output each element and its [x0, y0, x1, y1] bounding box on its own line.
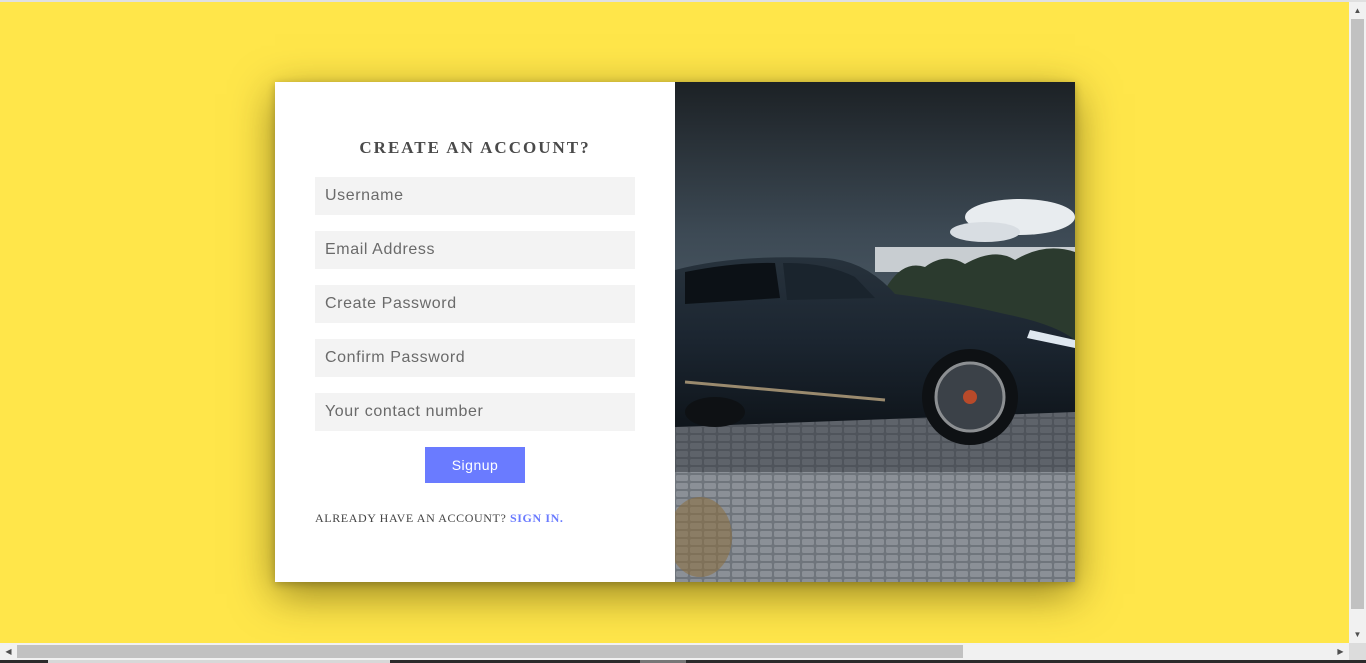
signup-form-panel: CREATE AN ACCOUNT? Signup ALREADY HAVE A…	[275, 82, 675, 582]
contact-number-input[interactable]	[315, 393, 635, 431]
horizontal-scroll-thumb[interactable]	[17, 645, 963, 658]
signup-card: CREATE AN ACCOUNT? Signup ALREADY HAVE A…	[275, 82, 1075, 582]
create-password-input[interactable]	[315, 285, 635, 323]
car-photo-illustration	[675, 82, 1075, 582]
vertical-scroll-thumb[interactable]	[1351, 19, 1364, 609]
horizontal-scrollbar[interactable]: ◀ ▶	[0, 643, 1349, 660]
car-rear-wheel-shape	[685, 397, 745, 427]
signin-link[interactable]: SIGN IN.	[510, 511, 563, 525]
signin-prompt-line: ALREADY HAVE AN ACCOUNT? SIGN IN.	[315, 511, 635, 526]
form-title: CREATE AN ACCOUNT?	[359, 138, 591, 157]
car-photo-panel	[675, 82, 1075, 582]
cloud-shape-2	[950, 222, 1020, 242]
username-input[interactable]	[315, 177, 635, 215]
car-hub-shape	[963, 390, 977, 404]
confirm-password-input[interactable]	[315, 339, 635, 377]
scrollbar-corner	[1349, 643, 1366, 660]
triangle-right-icon[interactable]: ▶	[1332, 643, 1349, 660]
signup-button[interactable]: Signup	[425, 447, 525, 483]
vertical-scrollbar[interactable]: ▲ ▼	[1349, 2, 1366, 643]
signin-prompt-text: ALREADY HAVE AN ACCOUNT?	[315, 511, 507, 525]
triangle-down-icon[interactable]: ▼	[1349, 626, 1366, 643]
email-input[interactable]	[315, 231, 635, 269]
triangle-up-icon[interactable]: ▲	[1349, 2, 1366, 19]
triangle-left-icon[interactable]: ◀	[0, 643, 17, 660]
window-top-border	[0, 0, 1366, 2]
